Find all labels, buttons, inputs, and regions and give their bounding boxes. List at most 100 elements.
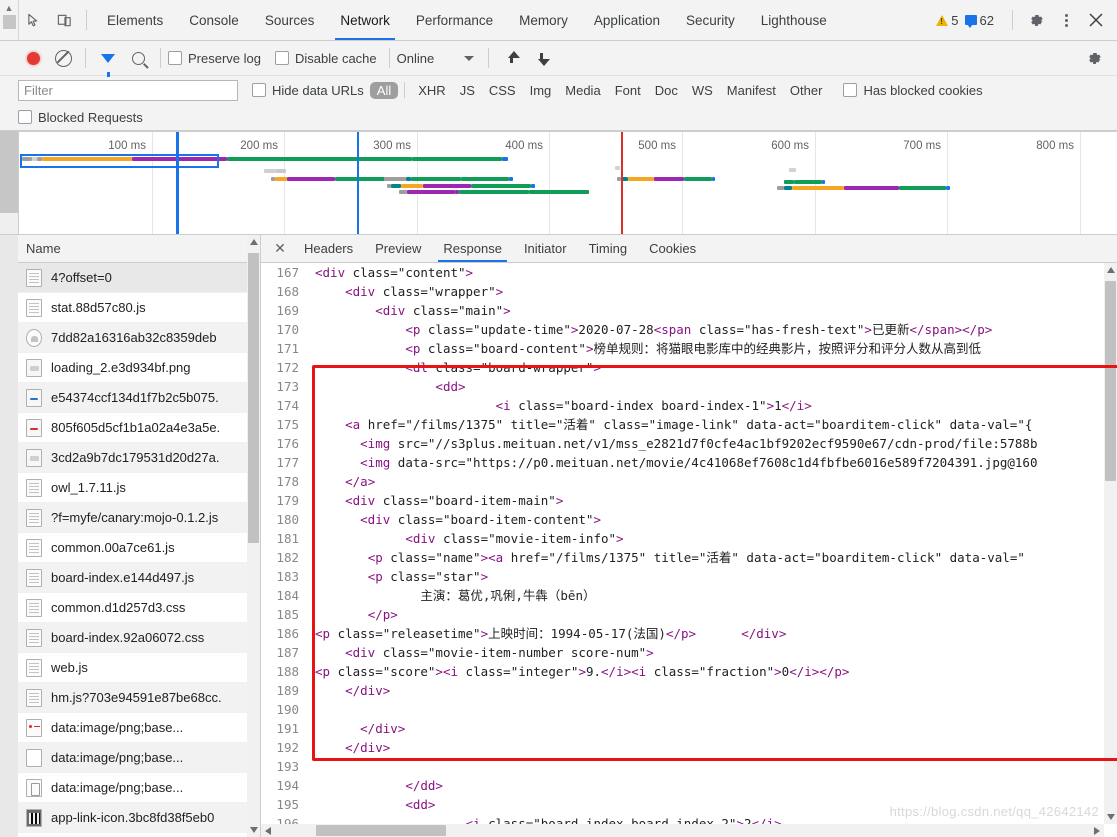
- close-icon[interactable]: [1081, 6, 1111, 34]
- code-line-content: </div>: [360, 721, 406, 736]
- gear-icon[interactable]: [1021, 6, 1051, 34]
- filter-chip-doc[interactable]: Doc: [648, 82, 685, 99]
- scrollbar-thumb[interactable]: [1105, 281, 1116, 481]
- scroll-up-icon[interactable]: ▲: [5, 3, 14, 13]
- tab-application[interactable]: Application: [581, 0, 673, 40]
- scroll-up-icon[interactable]: [1104, 263, 1117, 277]
- tab-performance[interactable]: Performance: [403, 0, 506, 40]
- filter-chip-js[interactable]: JS: [453, 82, 482, 99]
- overview-event-marker: [357, 132, 359, 234]
- filter-chip-all[interactable]: All: [369, 81, 399, 99]
- kebab-menu-icon[interactable]: [1051, 6, 1081, 34]
- search-icon[interactable]: [123, 44, 153, 72]
- tab-label: Network: [340, 12, 390, 28]
- filter-chip-font[interactable]: Font: [608, 82, 648, 99]
- tab-headers[interactable]: Headers: [293, 235, 364, 262]
- filter-chip-other[interactable]: Other: [783, 82, 830, 99]
- clear-icon[interactable]: [48, 44, 78, 72]
- tab-security[interactable]: Security: [673, 0, 748, 40]
- issues-counter[interactable]: 5 62: [936, 13, 1000, 28]
- tab-sources[interactable]: Sources: [252, 0, 328, 40]
- scroll-right-icon[interactable]: [1090, 824, 1104, 837]
- scroll-up-icon[interactable]: [247, 235, 260, 249]
- response-source-viewer[interactable]: 167 <div class="content"> 168 <div class="…: [261, 263, 1117, 837]
- tab-network[interactable]: Network: [327, 0, 403, 40]
- request-list-item[interactable]: board-index.e144d497.js: [18, 563, 260, 593]
- filter-chip-manifest[interactable]: Manifest: [720, 82, 783, 99]
- throttling-select[interactable]: Online: [397, 51, 475, 66]
- request-list-item[interactable]: data:image/png;base...: [18, 713, 260, 743]
- request-list-item[interactable]: data:image/png;base...: [18, 773, 260, 803]
- scrollbar-thumb[interactable]: [316, 825, 446, 836]
- tab-response[interactable]: Response: [432, 235, 513, 262]
- tab-memory[interactable]: Memory: [506, 0, 581, 40]
- export-har-icon[interactable]: [526, 44, 556, 72]
- request-list-item[interactable]: 7dd82a16316ab32c8359deb: [18, 323, 260, 353]
- tab-console[interactable]: Console: [176, 0, 252, 40]
- inspect-element-icon[interactable]: [19, 6, 49, 34]
- overview-bar-segment: [459, 190, 529, 194]
- request-list-item[interactable]: app-link-icon.3bc8fd38f5eb0: [18, 803, 260, 833]
- filter-chip-css[interactable]: CSS: [482, 82, 523, 99]
- has-blocked-cookies-checkbox[interactable]: Has blocked cookies: [843, 83, 983, 98]
- left-scroll-strip[interactable]: ▲: [0, 0, 19, 40]
- preserve-log-checkbox[interactable]: Preserve log: [168, 51, 261, 66]
- request-name: stat.88d57c80.js: [51, 300, 146, 315]
- overview-left-scrollbar[interactable]: [0, 131, 18, 234]
- scrollbar-track[interactable]: [0, 213, 18, 234]
- code-horizontal-scrollbar[interactable]: [261, 824, 1104, 837]
- image-dot-icon: [26, 718, 42, 737]
- request-list-item[interactable]: data:image/png;base...: [18, 833, 260, 837]
- request-list-item[interactable]: owl_1.7.11.js: [18, 473, 260, 503]
- request-list-item[interactable]: data:image/png;base...: [18, 743, 260, 773]
- request-list-item[interactable]: ?f=myfe/canary:mojo-0.1.2.js: [18, 503, 260, 533]
- tab-lighthouse[interactable]: Lighthouse: [748, 0, 840, 40]
- code-line: 193: [261, 757, 1104, 776]
- request-list-item[interactable]: 4?offset=0: [18, 263, 260, 293]
- scroll-left-icon[interactable]: [261, 824, 275, 837]
- filter-chip-media[interactable]: Media: [558, 82, 607, 99]
- hide-data-urls-checkbox[interactable]: Hide data URLs: [252, 83, 364, 98]
- request-list-item[interactable]: e54374ccf134d1f7b2c5b075.: [18, 383, 260, 413]
- code-line: 167 <div class="content">: [261, 263, 1104, 282]
- request-list-item[interactable]: loading_2.e3d934bf.png: [18, 353, 260, 383]
- preserve-log-label: Preserve log: [188, 50, 261, 66]
- filter-chip-ws[interactable]: WS: [685, 82, 720, 99]
- scrollbar-thumb[interactable]: [0, 131, 18, 213]
- request-list-item[interactable]: board-index.92a06072.css: [18, 623, 260, 653]
- disable-cache-checkbox[interactable]: Disable cache: [274, 51, 377, 66]
- filter-chip-img[interactable]: Img: [523, 82, 559, 99]
- image-red-icon: [26, 418, 42, 437]
- scroll-down-icon[interactable]: [1104, 810, 1117, 824]
- record-button-icon[interactable]: [18, 44, 48, 72]
- request-list-item[interactable]: hm.js?703e94591e87be68cc.: [18, 683, 260, 713]
- request-list-item[interactable]: stat.88d57c80.js: [18, 293, 260, 323]
- tab-timing[interactable]: Timing: [578, 235, 639, 262]
- request-list-item[interactable]: common.00a7ce61.js: [18, 533, 260, 563]
- scrollbar-thumb[interactable]: [248, 253, 259, 543]
- request-list-item[interactable]: 805f605d5cf1b1a02a4e3a5e.: [18, 413, 260, 443]
- request-list-item[interactable]: web.js: [18, 653, 260, 683]
- request-list-item[interactable]: common.d1d257d3.css: [18, 593, 260, 623]
- device-toolbar-icon[interactable]: [49, 6, 79, 34]
- network-settings-gear-icon[interactable]: [1079, 44, 1109, 72]
- blocked-requests-checkbox[interactable]: Blocked Requests: [18, 110, 143, 125]
- request-list-item[interactable]: 3cd2a9b7dc179531d20d27a.: [18, 443, 260, 473]
- tab-elements[interactable]: Elements: [94, 0, 176, 40]
- code-line: 172 <dl class="board-wrapper">: [261, 358, 1104, 377]
- filter-chip-xhr[interactable]: XHR: [411, 82, 452, 99]
- code-vertical-scrollbar[interactable]: [1104, 263, 1117, 824]
- request-list-scrollbar[interactable]: [247, 235, 260, 837]
- filter-funnel-icon[interactable]: [93, 44, 123, 77]
- filter-input[interactable]: [18, 79, 238, 101]
- tab-preview[interactable]: Preview: [364, 235, 432, 262]
- tab-initiator[interactable]: Initiator: [513, 235, 578, 262]
- response-code[interactable]: 167 <div class="content"> 168 <div class="…: [261, 263, 1104, 824]
- scrollbar-thumb[interactable]: [2, 15, 16, 29]
- tab-cookies[interactable]: Cookies: [638, 235, 707, 262]
- scroll-down-icon[interactable]: [247, 823, 260, 837]
- import-har-icon[interactable]: [496, 44, 526, 72]
- request-list[interactable]: 4?offset=0 stat.88d57c80.js 7dd82a16316ab3…: [0, 263, 260, 837]
- overview-timeline-canvas[interactable]: 100 ms 200 ms 300 ms 400 ms 500 ms 600 ms 700 …: [18, 131, 1117, 234]
- close-icon[interactable]: ✕: [267, 235, 293, 262]
